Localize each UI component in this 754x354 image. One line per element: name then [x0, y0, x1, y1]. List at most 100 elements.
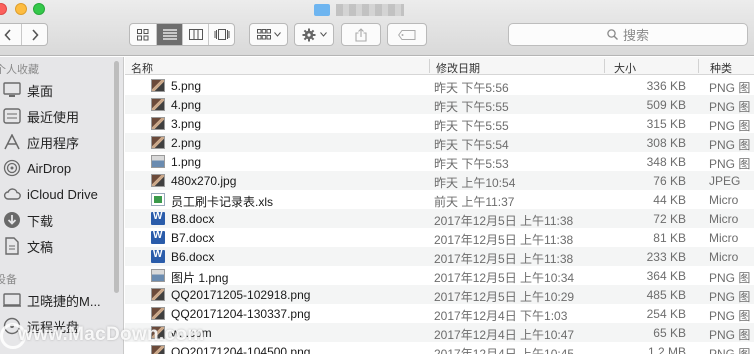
file-kind: JPEG: [709, 174, 741, 188]
back-button[interactable]: [0, 24, 21, 45]
file-size: 233 KB: [646, 250, 686, 264]
image-file-icon: [151, 117, 165, 130]
cloud-icon: [3, 188, 21, 200]
file-kind: Micro: [709, 231, 739, 245]
file-row[interactable]: B8.docx 2017年12月5日 上午11:38 72 KB Micro: [125, 209, 754, 228]
image-file-icon: [151, 307, 165, 320]
sidebar-item-airdrop[interactable]: AirDrop: [3, 157, 71, 179]
file-modified-date: 2017年12月4日 上午10:45: [434, 347, 575, 354]
navigation-buttons: [0, 23, 48, 46]
gallery-view-button[interactable]: [208, 24, 234, 45]
file-row[interactable]: w...com 2017年12月4日 上午10:47 65 KB PNG 图: [125, 323, 754, 342]
search-field[interactable]: 搜索: [508, 23, 748, 46]
file-size: 364 KB: [646, 269, 686, 283]
sidebar-item-documents[interactable]: 文稿: [3, 235, 53, 257]
file-row[interactable]: 图片 1.png 2017年12月5日 上午10:34 364 KB PNG 图: [125, 266, 754, 285]
file-size: 348 KB: [646, 155, 686, 169]
file-kind: PNG 图: [709, 328, 751, 342]
sidebar-item-downloads[interactable]: 下载: [3, 209, 53, 231]
sidebar: 个人收藏 桌面 最近使用 应用程序 AirDrop iCloud Drive 下…: [0, 57, 124, 354]
file-row[interactable]: B6.docx 2017年12月5日 上午11:38 233 KB Micro: [125, 247, 754, 266]
file-row[interactable]: 1.png 昨天 下午5:53 348 KB PNG 图: [125, 152, 754, 171]
file-modified-date: 2017年12月5日 上午11:38: [434, 252, 574, 266]
file-row[interactable]: 3.png 昨天 下午5:55 315 KB PNG 图: [125, 114, 754, 133]
arrange-button[interactable]: [249, 23, 288, 46]
sidebar-item-label: 卫晓捷的M...: [27, 293, 101, 309]
file-size: 336 KB: [646, 79, 686, 93]
action-button[interactable]: [294, 23, 334, 46]
edit-tags-button[interactable]: [387, 23, 427, 46]
sidebar-item-icloud-drive[interactable]: iCloud Drive: [3, 183, 98, 205]
file-size: 308 KB: [646, 136, 686, 150]
file-name: B7.docx: [171, 231, 215, 245]
sidebar-item-recents[interactable]: 最近使用: [3, 105, 79, 127]
column-header-size[interactable]: 大小: [614, 60, 636, 76]
column-divider[interactable]: [429, 59, 430, 73]
file-row[interactable]: QQ20171204-130337.png 2017年12月4日 下午1:03 25…: [125, 304, 754, 323]
sidebar-item-desktop[interactable]: 桌面: [3, 79, 53, 101]
file-row[interactable]: 4.png 昨天 下午5:55 509 KB PNG 图: [125, 95, 754, 114]
sidebar-item-applications[interactable]: 应用程序: [3, 131, 79, 153]
column-divider[interactable]: [604, 59, 605, 73]
column-view-button[interactable]: [182, 24, 208, 45]
file-modified-date: 昨天 下午5:55: [434, 119, 509, 133]
file-name: 员工刷卡记录表.xls: [171, 195, 274, 209]
file-size: 65 KB: [653, 326, 686, 340]
sidebar-item-label: AirDrop: [27, 160, 72, 176]
file-name: 图片 1.png: [171, 271, 229, 285]
window-toolbar: 搜索: [0, 0, 754, 56]
sidebar-scrollbar[interactable]: [114, 61, 119, 293]
chevron-right-icon: [31, 28, 39, 41]
word-file-icon: [151, 249, 165, 263]
file-size: 76 KB: [653, 174, 686, 188]
file-modified-date: 2017年12月4日 下午1:03: [434, 309, 568, 323]
forward-button[interactable]: [21, 24, 47, 45]
column-header-name[interactable]: 名称: [131, 60, 153, 76]
file-modified-date: 2017年12月5日 上午10:34: [434, 271, 575, 285]
file-kind: PNG 图: [709, 290, 751, 304]
close-window-button[interactable]: [0, 3, 7, 15]
file-row[interactable]: 480x270.jpg 昨天 上午10:54 76 KB JPEG: [125, 171, 754, 190]
file-row[interactable]: QQ20171205-102918.png 2017年12月5日 上午10:29 4…: [125, 285, 754, 304]
zoom-window-button[interactable]: [33, 3, 45, 15]
watermark-text: www.MacDown.com: [18, 324, 205, 345]
excel-file-icon: [151, 193, 165, 206]
column-divider[interactable]: [698, 59, 699, 73]
window-title: [314, 1, 414, 19]
column-header-kind[interactable]: 种类: [710, 60, 732, 76]
view-mode-buttons: [129, 23, 235, 46]
file-row[interactable]: 5.png 昨天 下午5:56 336 KB PNG 图: [125, 76, 754, 95]
list-view-button[interactable]: [156, 24, 182, 45]
file-kind: PNG 图: [709, 138, 751, 152]
file-list: 名称 修改日期 大小 种类 5.png 昨天 下午5:56 336 KB PNG 图4…: [125, 57, 754, 354]
sidebar-item-label: iCloud Drive: [27, 186, 98, 202]
file-size: 1.2 MB: [647, 345, 686, 354]
file-name: B8.docx: [171, 212, 215, 226]
file-size: 485 KB: [646, 288, 686, 302]
gear-icon: [302, 28, 315, 41]
file-modified-date: 昨天 上午10:54: [434, 176, 516, 190]
file-kind: Micro: [709, 212, 739, 226]
file-row[interactable]: QQ20171204-104500.png 2017年12月4日 上午10:45 1…: [125, 342, 754, 354]
sidebar-item-label: 应用程序: [27, 135, 80, 151]
column-header-date[interactable]: 修改日期: [436, 60, 480, 76]
file-size: 44 KB: [653, 193, 686, 207]
minimize-window-button[interactable]: [15, 3, 27, 15]
icon-view-button[interactable]: [130, 24, 156, 45]
file-row[interactable]: 2.png 昨天 下午5:54 308 KB PNG 图: [125, 133, 754, 152]
cover-flow-icon: [214, 29, 229, 40]
file-size: 509 KB: [646, 98, 686, 112]
file-row[interactable]: B7.docx 2017年12月5日 上午11:38 81 KB Micro: [125, 228, 754, 247]
favorites-header: 个人收藏: [0, 64, 39, 76]
image-file-icon: [151, 79, 165, 92]
file-row[interactable]: 员工刷卡记录表.xls 前天 上午11:37 44 KB Micro: [125, 190, 754, 209]
image-file-icon: [151, 136, 165, 149]
sidebar-item-label: 下载: [27, 213, 54, 229]
file-size: 254 KB: [646, 307, 686, 321]
applications-icon: [4, 134, 20, 150]
share-button[interactable]: [341, 23, 381, 46]
file-modified-date: 昨天 下午5:56: [434, 81, 509, 95]
devices-header: 设备: [0, 274, 17, 286]
sidebar-item-label: 最近使用: [27, 109, 80, 125]
sidebar-item-computer[interactable]: 卫晓捷的M...: [3, 289, 101, 311]
